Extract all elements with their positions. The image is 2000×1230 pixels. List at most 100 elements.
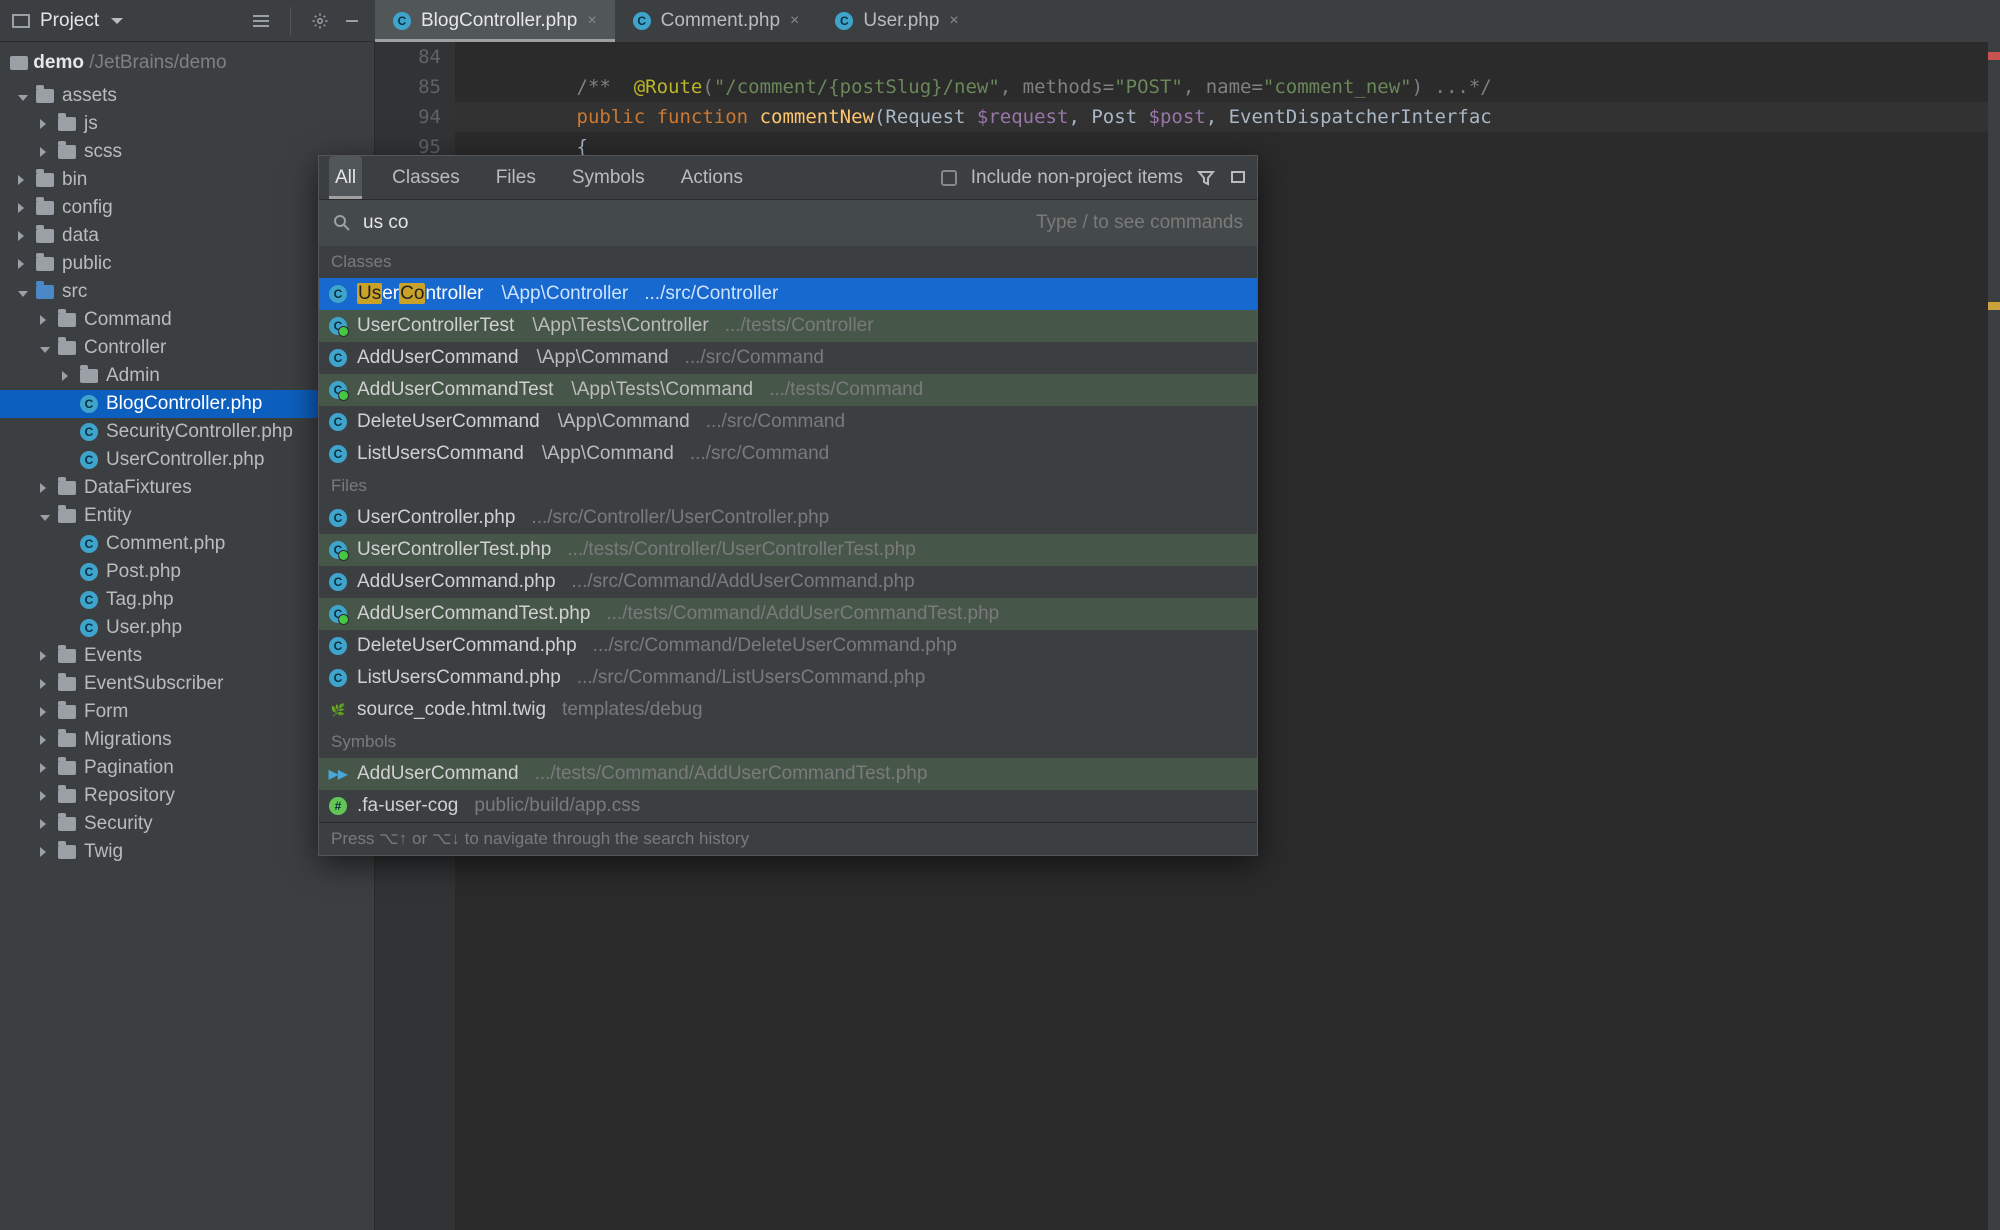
search-result-row[interactable]: CUserController\App\Controller.../src/Co… bbox=[319, 278, 1257, 310]
result-name: AddUserCommand bbox=[357, 763, 519, 785]
filter-icon[interactable] bbox=[1197, 169, 1215, 187]
search-result-row[interactable]: C UserControllerTest \App\Tests\Controller… bbox=[319, 310, 1257, 342]
close-icon[interactable]: × bbox=[949, 12, 958, 30]
php-class-icon: C bbox=[329, 509, 347, 527]
tree-twist-icon[interactable] bbox=[40, 729, 50, 751]
project-tool-window-header[interactable]: Project bbox=[0, 0, 375, 42]
search-result-row[interactable]: CUserControllerTest.php.../tests/Control… bbox=[319, 534, 1257, 566]
editor-tab[interactable]: CUser.php× bbox=[817, 0, 976, 42]
folder-icon bbox=[58, 817, 76, 831]
php-class-icon: C bbox=[329, 349, 347, 367]
result-name: UserControllerTest bbox=[357, 315, 514, 337]
php-class-icon: C bbox=[329, 285, 347, 303]
tree-twist-icon[interactable] bbox=[18, 197, 28, 219]
php-class-icon: C bbox=[329, 445, 347, 463]
result-path: .../tests/Command/AddUserCommandTest.php bbox=[535, 763, 928, 785]
tree-label: User.php bbox=[106, 617, 182, 639]
folder-icon bbox=[36, 257, 54, 271]
folder-icon bbox=[58, 145, 76, 159]
result-path: public/build/app.css bbox=[474, 795, 640, 817]
php-class-icon: C bbox=[835, 12, 853, 30]
search-tab[interactable]: Actions bbox=[675, 156, 749, 199]
select-opened-file-icon[interactable] bbox=[250, 10, 272, 32]
search-tab[interactable]: All bbox=[329, 156, 362, 199]
search-result-row[interactable]: 🌿source_code.html.twigtemplates/debug bbox=[319, 694, 1257, 726]
editor-tab[interactable]: CComment.php× bbox=[615, 0, 818, 42]
tree-twist-icon[interactable] bbox=[40, 701, 50, 723]
php-class-icon: C bbox=[80, 451, 98, 469]
search-result-row[interactable]: CAddUserCommand\App\Command.../src/Comma… bbox=[319, 342, 1257, 374]
tree-twist-icon[interactable] bbox=[40, 757, 50, 779]
tree-label: SecurityController.php bbox=[106, 421, 293, 443]
search-result-row[interactable]: # .fa-user-cog public/build/app.css bbox=[319, 790, 1257, 822]
result-name: AddUserCommandTest.php bbox=[357, 603, 590, 625]
result-name: DeleteUserCommand bbox=[357, 411, 540, 433]
tree-twist-icon[interactable] bbox=[18, 225, 28, 247]
search-result-row[interactable]: CListUsersCommand\App\Command.../src/Com… bbox=[319, 438, 1257, 470]
css-icon: # bbox=[329, 797, 347, 815]
search-section-header: Classes bbox=[319, 246, 1257, 278]
tree-twist-icon[interactable] bbox=[40, 813, 50, 835]
search-section-header: Files bbox=[319, 470, 1257, 502]
search-result-row[interactable]: CAddUserCommandTest.php.../tests/Command… bbox=[319, 598, 1257, 630]
php-class-icon: C bbox=[80, 563, 98, 581]
search-result-row[interactable]: CListUsersCommand.php.../src/Command/Lis… bbox=[319, 662, 1257, 694]
tree-twist-icon[interactable] bbox=[18, 169, 28, 191]
tree-label: bin bbox=[62, 169, 87, 191]
tab-label: BlogController.php bbox=[421, 10, 577, 32]
tree-twist-icon[interactable] bbox=[40, 505, 50, 527]
tree-twist-icon[interactable] bbox=[40, 477, 50, 499]
tree-label: BlogController.php bbox=[106, 393, 262, 415]
php-test-icon: C bbox=[329, 317, 347, 335]
tree-label: Comment.php bbox=[106, 533, 225, 555]
tree-twist-icon[interactable] bbox=[40, 337, 50, 359]
search-input[interactable] bbox=[363, 212, 1024, 234]
search-result-row[interactable]: CAddUserCommandTest\App\Tests\Command...… bbox=[319, 374, 1257, 406]
close-icon[interactable]: × bbox=[790, 12, 799, 30]
editor-tab[interactable]: CBlogController.php× bbox=[375, 0, 615, 42]
tree-twist-icon[interactable] bbox=[18, 253, 28, 275]
hide-icon[interactable] bbox=[341, 10, 363, 32]
tree-twist-icon[interactable] bbox=[40, 645, 50, 667]
search-tab[interactable]: Classes bbox=[386, 156, 466, 199]
result-path: .../src/Controller/UserController.php bbox=[531, 507, 829, 529]
editor-tabs-bar: CBlogController.php×CComment.php×CUser.p… bbox=[375, 0, 2000, 42]
error-stripe[interactable] bbox=[1988, 42, 2000, 1230]
search-tab[interactable]: Symbols bbox=[566, 156, 651, 199]
tree-twist-icon[interactable] bbox=[18, 281, 28, 303]
search-result-row[interactable]: CDeleteUserCommand.php.../src/Command/De… bbox=[319, 630, 1257, 662]
tree-twist-icon[interactable] bbox=[40, 113, 50, 135]
project-root-path: demo /JetBrains/demo bbox=[0, 48, 374, 82]
tree-folder[interactable]: assets bbox=[0, 82, 374, 110]
php-class-icon: C bbox=[329, 573, 347, 591]
tree-twist-icon[interactable] bbox=[40, 841, 50, 863]
tree-twist-icon[interactable] bbox=[40, 309, 50, 331]
pin-icon[interactable] bbox=[1229, 169, 1247, 187]
search-result-row[interactable]: CUserController.php.../src/Controller/Us… bbox=[319, 502, 1257, 534]
tree-label: Security bbox=[84, 813, 153, 835]
tree-twist-icon[interactable] bbox=[40, 785, 50, 807]
search-result-row[interactable]: ▶▶AddUserCommand.../tests/Command/AddUse… bbox=[319, 758, 1257, 790]
tree-label: Tag.php bbox=[106, 589, 174, 611]
include-non-project-label: Include non-project items bbox=[971, 167, 1183, 189]
chevron-down-icon bbox=[111, 18, 123, 24]
tree-twist-icon[interactable] bbox=[40, 141, 50, 163]
tree-folder[interactable]: js bbox=[0, 110, 374, 138]
tree-twist-icon[interactable] bbox=[18, 85, 28, 107]
search-result-row[interactable]: CDeleteUserCommand\App\Command.../src/Co… bbox=[319, 406, 1257, 438]
close-icon[interactable]: × bbox=[587, 12, 596, 30]
result-namespace: \App\Tests\Controller bbox=[532, 315, 708, 337]
gear-icon[interactable] bbox=[309, 10, 331, 32]
result-name: .fa-user-cog bbox=[357, 795, 458, 817]
search-result-row[interactable]: CAddUserCommand.php.../src/Command/AddUs… bbox=[319, 566, 1257, 598]
search-input-row: Type / to see commands bbox=[319, 200, 1257, 246]
tree-label: Migrations bbox=[84, 729, 172, 751]
include-non-project-checkbox[interactable] bbox=[941, 170, 957, 186]
result-name: source_code.html.twig bbox=[357, 699, 546, 721]
tree-twist-icon[interactable] bbox=[62, 365, 72, 387]
result-namespace: \App\Command bbox=[542, 443, 674, 465]
search-tab[interactable]: Files bbox=[490, 156, 542, 199]
tree-label: scss bbox=[84, 141, 122, 163]
project-icon bbox=[12, 12, 30, 30]
tree-twist-icon[interactable] bbox=[40, 673, 50, 695]
